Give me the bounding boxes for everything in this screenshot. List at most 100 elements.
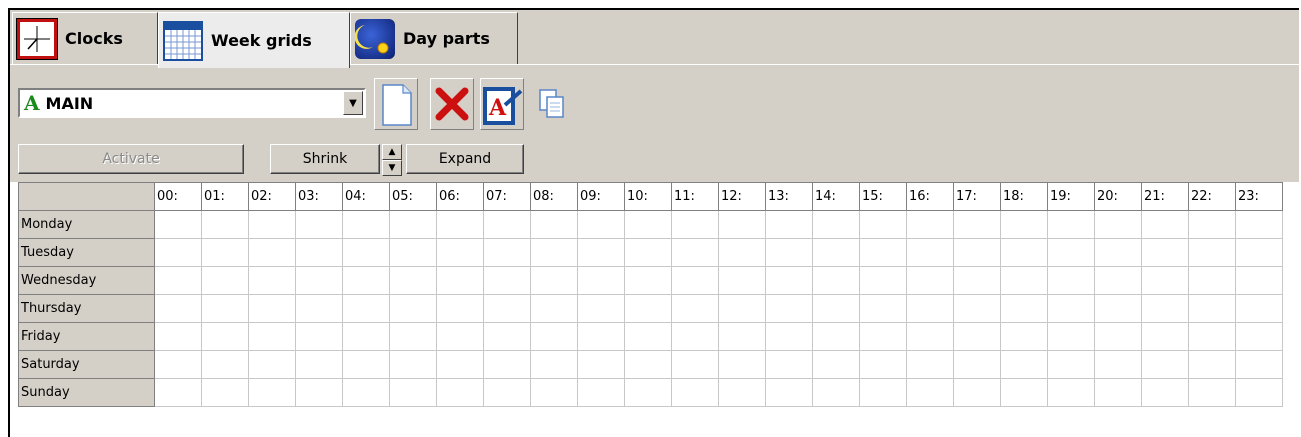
grid-cell[interactable] [201, 294, 249, 323]
grid-cell[interactable] [1094, 238, 1142, 267]
grid-cell[interactable] [154, 266, 202, 295]
delete-button[interactable] [430, 78, 474, 130]
grid-cell[interactable] [765, 350, 813, 379]
grid-cell[interactable] [248, 294, 296, 323]
chevron-down-icon[interactable]: ▼ [343, 91, 363, 115]
grid-cell[interactable] [1235, 378, 1283, 407]
grid-cell[interactable] [577, 266, 625, 295]
grid-cell[interactable] [859, 266, 907, 295]
grid-cell[interactable] [718, 266, 766, 295]
grid-cell[interactable] [1094, 322, 1142, 351]
grid-cell[interactable] [389, 378, 437, 407]
grid-cell[interactable] [765, 294, 813, 323]
grid-cell[interactable] [295, 378, 343, 407]
grid-cell[interactable] [201, 210, 249, 239]
grid-cell[interactable] [765, 266, 813, 295]
grid-cell[interactable] [859, 322, 907, 351]
grid-cell[interactable] [671, 322, 719, 351]
grid-cell[interactable] [483, 238, 531, 267]
grid-cell[interactable] [718, 378, 766, 407]
grid-cell[interactable] [577, 378, 625, 407]
grid-cell[interactable] [718, 322, 766, 351]
grid-cell[interactable] [342, 210, 390, 239]
grid-cell[interactable] [671, 210, 719, 239]
grid-cell[interactable] [483, 350, 531, 379]
grid-cell[interactable] [342, 378, 390, 407]
grid-cell[interactable] [154, 210, 202, 239]
grid-cell[interactable] [436, 294, 484, 323]
grid-cell[interactable] [718, 238, 766, 267]
grid-cell[interactable] [718, 294, 766, 323]
grid-cell[interactable] [812, 294, 860, 323]
grid-cell[interactable] [1094, 378, 1142, 407]
grid-cell[interactable] [812, 378, 860, 407]
grid-cell[interactable] [1141, 238, 1189, 267]
expand-button[interactable]: Expand [406, 144, 524, 174]
grid-cell[interactable] [436, 210, 484, 239]
grid-cell[interactable] [1000, 266, 1048, 295]
grid-cell[interactable] [1188, 378, 1236, 407]
grid-cell[interactable] [577, 350, 625, 379]
grid-cell[interactable] [1047, 378, 1095, 407]
grid-cell[interactable] [671, 238, 719, 267]
rename-button[interactable]: A [480, 78, 524, 130]
grid-cell[interactable] [671, 378, 719, 407]
grid-cell[interactable] [765, 210, 813, 239]
tab-day-parts[interactable]: Day parts [350, 12, 518, 64]
grid-cell[interactable] [1141, 322, 1189, 351]
tab-week-grids[interactable]: Week grids [158, 12, 350, 68]
grid-cell[interactable] [765, 238, 813, 267]
grid-cell[interactable] [1235, 322, 1283, 351]
grid-cell[interactable] [577, 294, 625, 323]
grid-cell[interactable] [906, 350, 954, 379]
grid-cell[interactable] [1141, 378, 1189, 407]
grid-cell[interactable] [953, 322, 1001, 351]
grid-cell[interactable] [154, 378, 202, 407]
grid-cell[interactable] [201, 350, 249, 379]
grid-cell[interactable] [201, 238, 249, 267]
grid-cell[interactable] [483, 378, 531, 407]
grid-cell[interactable] [436, 350, 484, 379]
grid-cell[interactable] [1094, 266, 1142, 295]
grid-cell[interactable] [1047, 322, 1095, 351]
grid-cell[interactable] [389, 322, 437, 351]
zoom-spinner[interactable]: ▲ ▼ [382, 144, 402, 178]
grid-cell[interactable] [1000, 294, 1048, 323]
grid-cell[interactable] [765, 378, 813, 407]
grid-cell[interactable] [1188, 322, 1236, 351]
grid-cell[interactable] [1188, 210, 1236, 239]
grid-cell[interactable] [436, 238, 484, 267]
grid-cell[interactable] [342, 294, 390, 323]
grid-cell[interactable] [577, 210, 625, 239]
grid-cell[interactable] [859, 350, 907, 379]
spin-up-icon[interactable]: ▲ [382, 144, 402, 160]
tab-clocks[interactable]: Clocks [12, 12, 158, 64]
grid-cell[interactable] [718, 350, 766, 379]
grid-cell[interactable] [389, 238, 437, 267]
grid-cell[interactable] [248, 238, 296, 267]
grid-cell[interactable] [295, 266, 343, 295]
grid-cell[interactable] [530, 210, 578, 239]
grid-cell[interactable] [342, 322, 390, 351]
grid-cell[interactable] [624, 350, 672, 379]
grid-cell[interactable] [201, 378, 249, 407]
grid-cell[interactable] [1235, 266, 1283, 295]
grid-cell[interactable] [342, 350, 390, 379]
grid-cell[interactable] [906, 378, 954, 407]
grid-cell[interactable] [953, 350, 1001, 379]
grid-cell[interactable] [1141, 266, 1189, 295]
grid-cell[interactable] [342, 238, 390, 267]
grid-cell[interactable] [248, 210, 296, 239]
grid-cell[interactable] [1235, 210, 1283, 239]
grid-cell[interactable] [295, 210, 343, 239]
new-button[interactable] [374, 78, 418, 130]
grid-cell[interactable] [248, 350, 296, 379]
grid-cell[interactable] [718, 210, 766, 239]
grid-cell[interactable] [1188, 350, 1236, 379]
grid-cell[interactable] [906, 210, 954, 239]
grid-cell[interactable] [1188, 294, 1236, 323]
grid-cell[interactable] [530, 322, 578, 351]
grid-cell[interactable] [248, 322, 296, 351]
copy-button[interactable] [530, 78, 574, 130]
grid-cell[interactable] [1047, 266, 1095, 295]
